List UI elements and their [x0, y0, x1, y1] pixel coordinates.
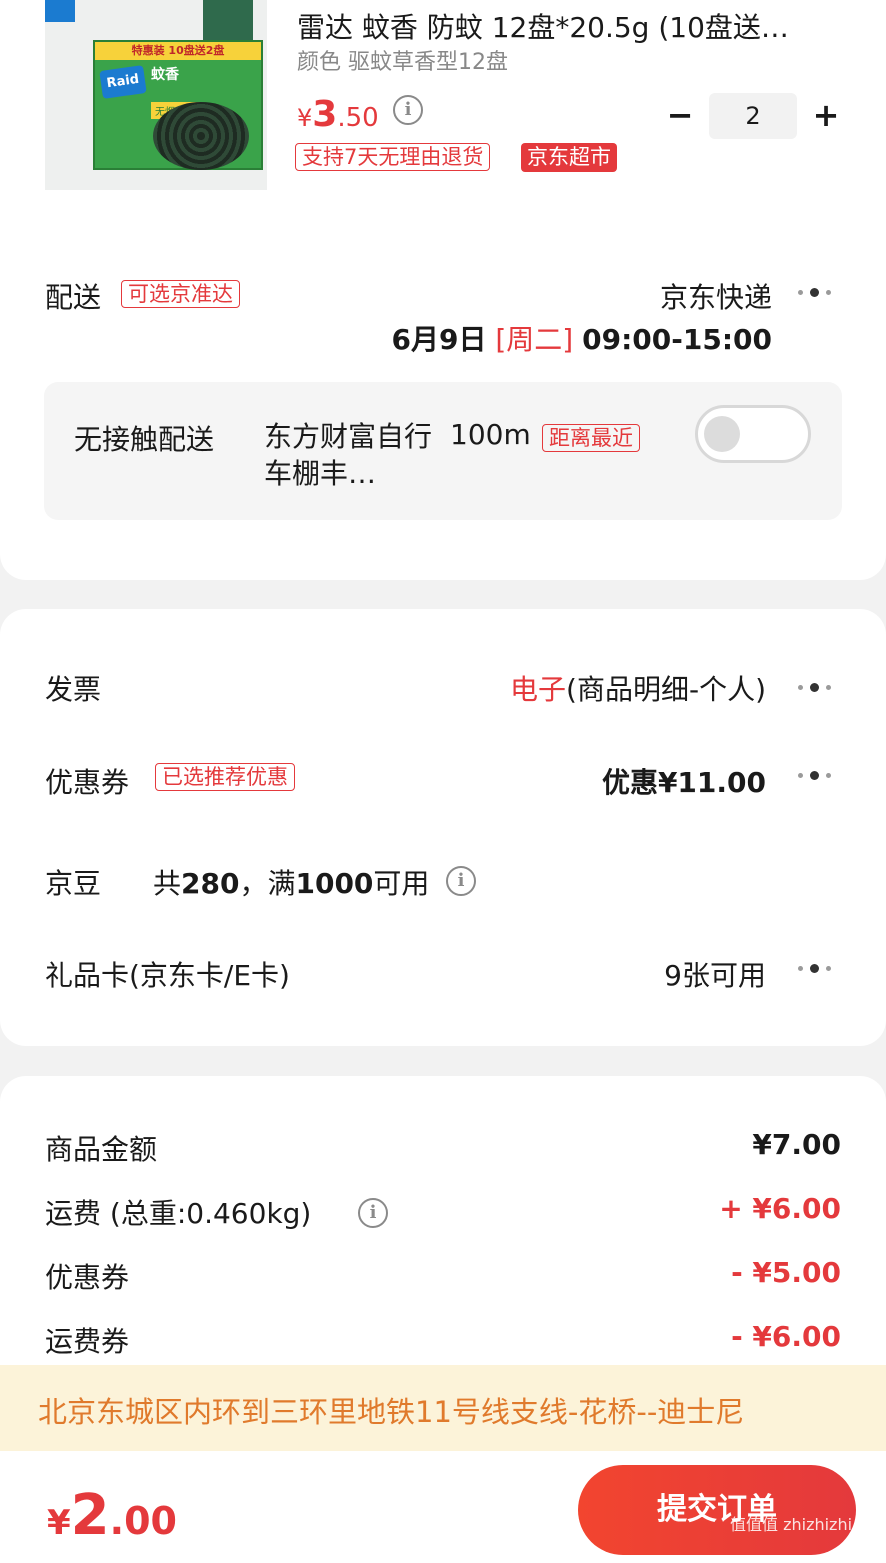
coupon-value[interactable]: 优惠¥11.00 — [602, 761, 766, 801]
contactless-label: 无接触配送 — [74, 423, 215, 456]
summary-shipping-coupon-value: - ¥6.00 — [731, 1320, 841, 1353]
promo-banner: 特惠装 10盘送2盘 — [95, 42, 261, 60]
summary-goods-value: ¥7.00 — [752, 1128, 841, 1161]
coupon-more-icon[interactable] — [798, 771, 831, 780]
coupon-label: 优惠券 — [45, 766, 130, 799]
quantity-field[interactable]: 2 — [709, 93, 797, 139]
jingdou-mid: ，满 — [239, 867, 296, 900]
jingdou-balance: 共280，满1000可用 — [153, 862, 429, 902]
product-title[interactable]: 雷达 蚊香 防蚊 12盘*20.5g (10盘送… — [297, 6, 842, 46]
raid-corner-logo — [45, 0, 75, 22]
address-bar[interactable]: 北京东城区内环到三环里地铁11号线支线-花桥--迪士尼 — [0, 1365, 886, 1451]
total-price: ¥2.00 — [47, 1483, 177, 1548]
summary-shipping-coupon-label: 运费券 — [45, 1325, 130, 1358]
jingdou-count: 280 — [181, 867, 240, 900]
product-box: 特惠装 10盘送2盘 Raid 蚊香 无烟 大盘 — [93, 40, 263, 170]
submit-order-button[interactable]: 提交订单 — [578, 1465, 856, 1555]
product-price: ¥3.50 — [297, 94, 379, 135]
giftcard-more-icon[interactable] — [798, 964, 831, 973]
return-policy-tag: 支持7天无理由退货 — [295, 143, 491, 171]
delivery-date: 6月9日 — [391, 323, 487, 356]
invoice-value[interactable]: 电子(商品明细-个人) — [510, 668, 766, 708]
order-card: 特惠装 10盘送2盘 Raid 蚊香 无烟 大盘 雷达 蚊香 防蚊 12盘*20… — [0, 0, 886, 580]
product-variant: 颜色 驱蚊草香型12盘 — [297, 50, 508, 75]
invoice-more-icon[interactable] — [798, 683, 831, 692]
delivery-label: 配送 — [45, 281, 102, 314]
invoice-label: 发票 — [45, 673, 102, 706]
price-symbol: ¥ — [297, 104, 313, 132]
shipping-info-icon[interactable]: i — [358, 1198, 388, 1228]
store-tag: 京东超市 — [521, 143, 617, 172]
minus-icon[interactable]: − — [662, 97, 698, 133]
summary-shipping-label: 运费 (总重:0.460kg) — [45, 1192, 311, 1232]
delivery-option-tag: 可选京准达 — [121, 280, 240, 308]
jingdou-threshold: 1000 — [295, 867, 374, 900]
summary-coupon-label: 优惠券 — [45, 1261, 130, 1294]
price-summary-card: 商品金额 ¥7.00 运费 (总重:0.460kg) i + ¥6.00 优惠券… — [0, 1076, 886, 1406]
nearest-tag: 距离最近 — [542, 424, 640, 452]
shipping-label-text: 运费 — [45, 1197, 102, 1230]
watermark: 值值值 zhizhizhi.com — [730, 1515, 886, 1534]
giftcard-value[interactable]: 9张可用 — [664, 954, 766, 994]
price-info-icon[interactable]: i — [393, 95, 423, 125]
jingdou-info-icon[interactable]: i — [446, 866, 476, 896]
coil-graphic — [153, 102, 249, 170]
delivery-weekday: [周二] — [495, 323, 574, 356]
total-decimal: .00 — [109, 1499, 177, 1543]
shipping-weight: (总重:0.460kg) — [109, 1197, 312, 1230]
bottom-bar: ¥2.00 提交订单 值值值 zhizhizhi.com — [0, 1451, 886, 1563]
delivery-window: 09:00-15:00 — [582, 323, 772, 356]
delivery-carrier[interactable]: 京东快递 — [660, 276, 772, 316]
product-box-name: 蚊香 — [151, 67, 179, 83]
payment-options-card: 发票 电子(商品明细-个人) 优惠券 已选推荐优惠 优惠¥11.00 京豆 共2… — [0, 609, 886, 1046]
invoice-type: 电子 — [510, 673, 567, 706]
address-text: 北京东城区内环到三环里地铁11号线支线-花桥--迪士尼 — [38, 1395, 745, 1429]
toggle-knob — [704, 416, 740, 452]
total-integer: 2 — [70, 1483, 110, 1548]
invoice-detail: (商品明细-个人) — [566, 673, 766, 706]
contactless-box: 无接触配送 东方财富自行车棚丰… 100m 距离最近 — [44, 382, 842, 520]
back-package — [203, 0, 253, 40]
price-decimal: .50 — [337, 103, 379, 133]
jingdou-suffix: 可用 — [373, 867, 430, 900]
summary-goods-label: 商品金额 — [45, 1133, 158, 1166]
summary-coupon-value: - ¥5.00 — [731, 1256, 841, 1289]
plus-icon[interactable]: + — [808, 97, 844, 133]
total-symbol: ¥ — [47, 1503, 71, 1543]
delivery-time[interactable]: 6月9日 [周二] 09:00-15:00 — [391, 318, 772, 358]
contactless-toggle[interactable] — [695, 405, 811, 463]
product-image[interactable]: 特惠装 10盘送2盘 Raid 蚊香 无烟 大盘 — [45, 0, 267, 190]
pickup-location[interactable]: 东方财富自行车棚丰… — [264, 418, 434, 492]
raid-logo: Raid — [99, 65, 147, 99]
jingdou-label: 京豆 — [45, 867, 102, 900]
more-icon[interactable] — [798, 288, 831, 297]
giftcard-label: 礼品卡(京东卡/E卡) — [45, 959, 290, 992]
pickup-distance: 100m — [450, 418, 531, 451]
coupon-tag: 已选推荐优惠 — [155, 763, 295, 791]
summary-shipping-value: + ¥6.00 — [719, 1192, 841, 1225]
price-integer: 3 — [312, 94, 338, 135]
jingdou-prefix: 共 — [153, 867, 182, 900]
